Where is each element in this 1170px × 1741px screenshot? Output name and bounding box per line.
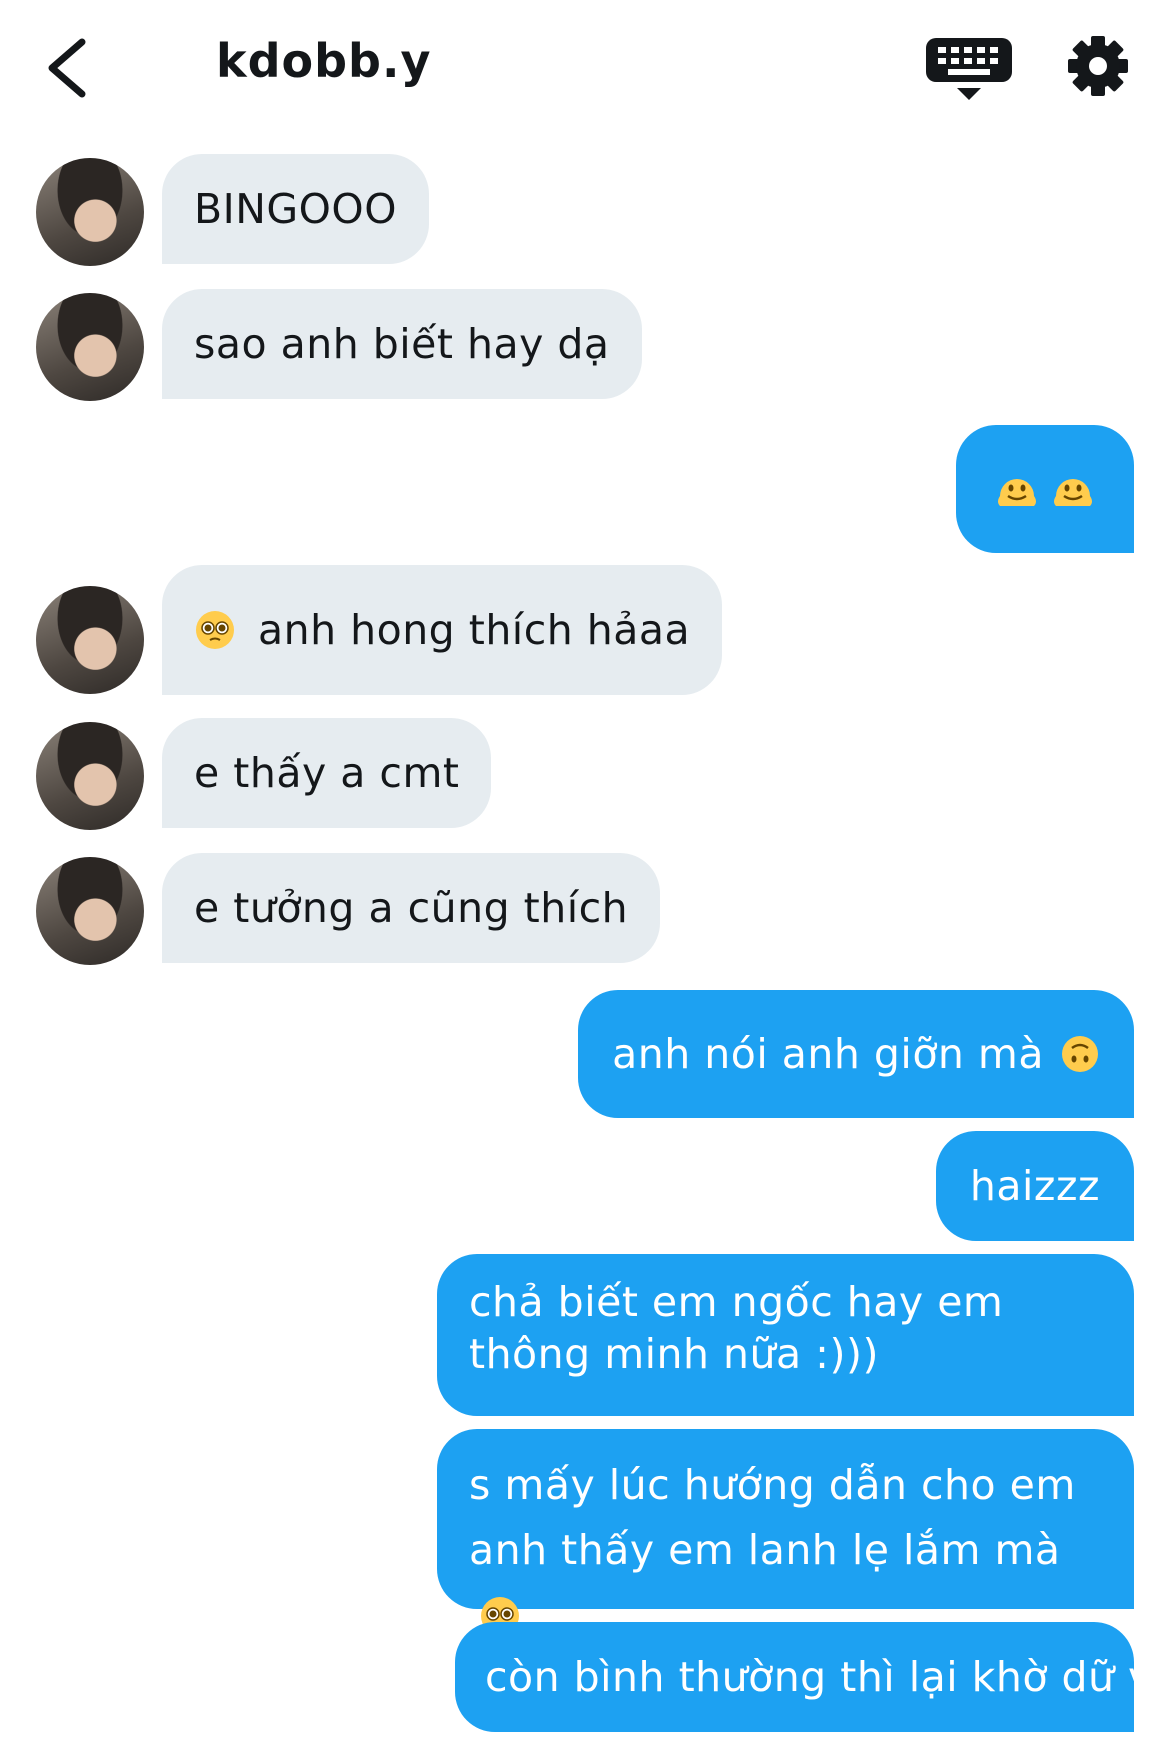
message-text: BINGOOO	[194, 185, 397, 233]
message-bubble-incoming[interactable]: e thấy a cmt	[162, 718, 492, 828]
keyboard-icon	[926, 38, 1012, 100]
message-bubble-outgoing[interactable]: chả biết em ngốc hay em thông minh nữa :…	[437, 1254, 1134, 1416]
chevron-left-icon	[48, 38, 86, 98]
keyboard-toggle-button[interactable]	[922, 34, 1016, 102]
message-bubble-outgoing[interactable]	[956, 425, 1134, 553]
message-bubble-outgoing[interactable]: haizzz	[935, 1131, 1134, 1241]
message-bubble-outgoing[interactable]: còn bình thường thì lại khờ dữ v hả	[455, 1622, 1170, 1732]
avatar[interactable]	[36, 722, 144, 830]
back-button[interactable]	[40, 32, 100, 104]
message-text: anh hong thích hảaa	[258, 606, 691, 654]
message-bubble-incoming[interactable]: sao anh biết hay dạ	[162, 289, 642, 399]
message-bubble-incoming[interactable]: e tưởng a cũng thích	[162, 853, 661, 963]
message-bubble-incoming[interactable]: anh hong thích hảaa	[162, 565, 723, 695]
message-text: chả biết em ngốc hay em thông minh nữa :…	[469, 1278, 1004, 1378]
gear-icon	[1068, 36, 1128, 96]
melting-face-icon	[1054, 479, 1092, 506]
message-text: anh nói anh giỡn mà	[612, 1030, 1044, 1078]
message-text: e tưởng a cũng thích	[194, 884, 629, 932]
message-text: haizzz	[969, 1162, 1100, 1210]
message-text: còn bình thường thì lại khờ dữ v hả	[485, 1653, 1170, 1701]
message-bubble-outgoing[interactable]: anh nói anh giỡn mà	[578, 990, 1134, 1118]
conversation-title[interactable]: kdobb.y	[216, 34, 431, 88]
message-text: e thấy a cmt	[194, 749, 460, 797]
avatar[interactable]	[36, 158, 144, 266]
avatar[interactable]	[36, 293, 144, 401]
pleading-face-icon	[196, 611, 234, 649]
avatar[interactable]	[36, 857, 144, 965]
message-bubble-incoming[interactable]: BINGOOO	[162, 154, 429, 264]
settings-button[interactable]	[1066, 34, 1130, 98]
conversation-header: kdobb.y	[0, 0, 1170, 140]
melting-face-icon	[998, 479, 1036, 506]
message-text: s mấy lúc hướng dẫn cho em anh thấy em l…	[469, 1461, 1076, 1574]
message-bubble-outgoing[interactable]: s mấy lúc hướng dẫn cho em anh thấy em l…	[437, 1429, 1134, 1635]
avatar[interactable]	[36, 586, 144, 694]
upside-down-face-icon	[1062, 1036, 1098, 1072]
message-text: sao anh biết hay dạ	[194, 320, 610, 368]
